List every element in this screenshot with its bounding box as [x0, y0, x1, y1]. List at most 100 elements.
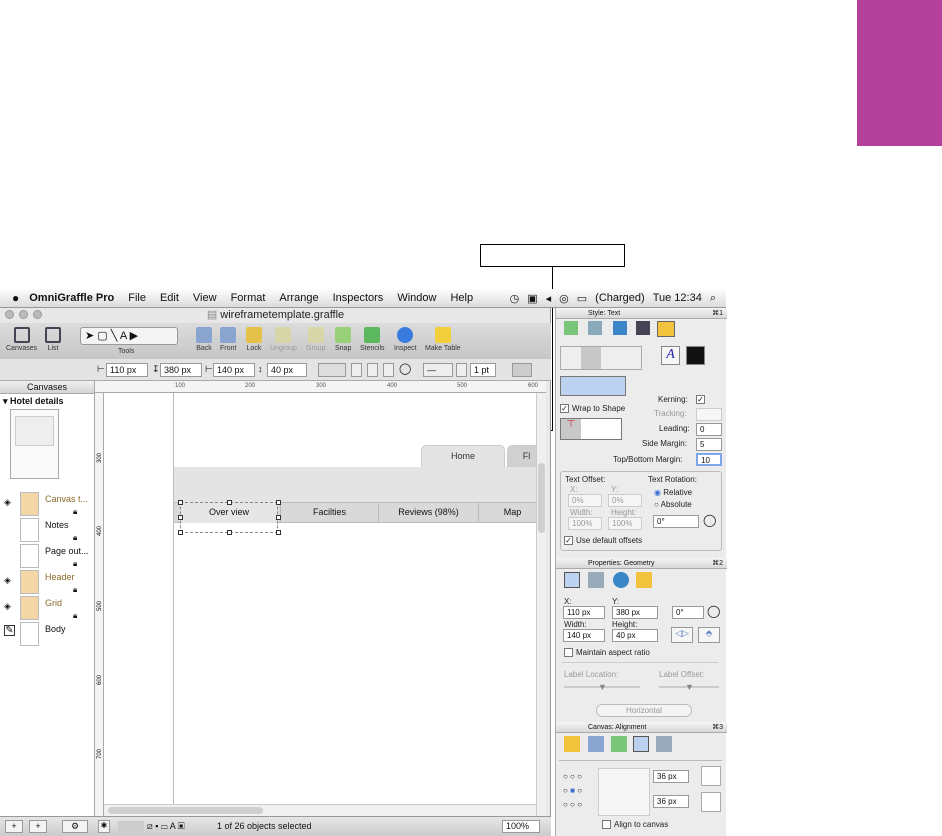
tab-home[interactable]: Home — [421, 445, 505, 467]
layer-item[interactable]: Page out... 🔒︎ — [0, 543, 95, 569]
tb-margin-field[interactable]: 10 — [696, 453, 722, 466]
rotation-knob-icon[interactable]: ◯ — [399, 362, 411, 375]
menu-view[interactable]: View — [193, 292, 217, 304]
menu-file[interactable]: File — [128, 292, 146, 304]
connections-tab-icon[interactable] — [588, 572, 604, 588]
close-button[interactable] — [5, 310, 14, 319]
selection-handle[interactable] — [227, 500, 232, 505]
y-field[interactable]: 380 px — [160, 363, 202, 377]
layer-shared-icon[interactable]: ◈ — [4, 601, 11, 612]
text-tool-icon[interactable]: A — [120, 330, 127, 342]
layer-item[interactable]: ◈ Grid 🔒︎ — [0, 595, 95, 621]
lock-icon[interactable]: 🔒︎ — [73, 533, 77, 543]
width-field[interactable]: 140 px — [213, 363, 255, 377]
clock[interactable]: Tue 12:34 — [653, 292, 702, 304]
add-canvas-button[interactable]: + — [5, 820, 23, 833]
action-tab-icon[interactable] — [613, 572, 629, 588]
offset-x-field[interactable]: 0% — [568, 494, 602, 507]
canvas-area[interactable]: 100 200 300 400 500 600 300 400 500 600 … — [95, 381, 546, 816]
geometry-rotation-knob-icon[interactable]: ◯ — [707, 604, 720, 618]
style-inspector-header[interactable]: Style: Text ⌘1 — [556, 308, 727, 319]
default-offsets-checkbox[interactable]: ✓ — [564, 536, 573, 546]
x-field[interactable]: 110 px — [106, 363, 148, 377]
layer-item[interactable]: ◈ Canvas t... 🔒︎ — [0, 491, 95, 517]
menu-help[interactable]: Help — [450, 292, 473, 304]
horizontal-scrollbar[interactable] — [104, 804, 536, 816]
flip-horizontal-icon[interactable]: ◁▷ — [671, 627, 693, 643]
menu-inspectors[interactable]: Inspectors — [333, 292, 384, 304]
layer-shared-icon[interactable]: ◈ — [4, 575, 11, 586]
text-align-button[interactable] — [383, 363, 394, 377]
ungroup-button[interactable]: Ungroup — [270, 327, 297, 352]
back-button[interactable]: Back — [196, 327, 212, 352]
time-machine-icon[interactable]: ◷ — [510, 292, 520, 305]
scroll-thumb[interactable] — [538, 463, 545, 533]
horizontal-spacing-field[interactable]: 36 px — [653, 770, 689, 783]
add-layer-button[interactable]: + — [29, 820, 47, 833]
slider-thumb[interactable]: ▼ — [598, 682, 607, 692]
canvases-button[interactable]: Canvases — [6, 327, 37, 352]
align-canvas-checkbox[interactable] — [602, 820, 611, 830]
selection-handle[interactable] — [276, 515, 281, 520]
text-layout-options[interactable] — [560, 346, 642, 370]
geometry-width-field[interactable]: 140 px — [563, 629, 605, 642]
alignment-buttons[interactable] — [598, 768, 650, 816]
fill-swatch[interactable] — [118, 821, 144, 832]
alignment-inspector-header[interactable]: Canvas: Alignment ⌘3 — [556, 722, 727, 733]
menu-edit[interactable]: Edit — [160, 292, 179, 304]
stencils-button[interactable]: Stencils — [360, 327, 385, 352]
pointer-tool-icon[interactable]: ➤ — [85, 330, 94, 342]
zoom-popup[interactable]: 100% — [502, 820, 540, 833]
rotation-field[interactable]: 0° — [653, 515, 699, 528]
menu-window[interactable]: Window — [397, 292, 436, 304]
geometry-y-field[interactable]: 380 px — [612, 606, 658, 619]
nav-reviews[interactable]: Reviews (98%) — [378, 502, 478, 523]
list-button[interactable]: List — [45, 327, 61, 352]
lock-button[interactable]: Lock — [246, 327, 262, 352]
layer-item[interactable]: Notes 🔒︎ — [0, 517, 95, 543]
group-button[interactable]: Group — [306, 327, 325, 352]
grid-tab-icon[interactable] — [588, 736, 604, 752]
font-button[interactable]: A — [661, 346, 680, 365]
slider-thumb[interactable]: ▼ — [685, 682, 694, 692]
apple-icon[interactable]: ● — [12, 291, 19, 305]
vertical-spacing-field[interactable]: 36 px — [653, 795, 689, 808]
pencil-icon[interactable]: ✎ — [4, 625, 15, 636]
stroke-corner-button[interactable] — [367, 363, 378, 377]
volume-icon[interactable]: ◂ — [546, 292, 552, 305]
nav-facilities[interactable]: Facilties — [280, 502, 378, 523]
settings-icon[interactable]: ✱ — [98, 820, 110, 833]
diagram-style-tab-icon[interactable] — [656, 736, 672, 752]
spotlight-icon[interactable]: ⌕ — [710, 292, 716, 305]
h-scroll-thumb[interactable] — [108, 807, 263, 814]
line-tool-icon[interactable]: ╲ — [111, 330, 118, 342]
distribute-horizontal-icon[interactable] — [701, 766, 721, 786]
shape-tool-icon[interactable]: ▢ — [97, 330, 107, 342]
app-menu[interactable]: OmniGraffle Pro — [29, 292, 114, 304]
height-field[interactable]: 40 px — [267, 363, 307, 377]
layout-tab-icon[interactable] — [611, 736, 627, 752]
alignment-anchor-grid[interactable]: ○ ○ ○ ○ ■ ○ ○ ○ ○ — [561, 768, 595, 814]
sync-icon[interactable]: ◎ — [559, 292, 569, 305]
canvas-title[interactable]: ▾ Hotel details — [3, 396, 64, 407]
offset-y-field[interactable]: 0% — [608, 494, 642, 507]
lock-icon[interactable]: 🔒︎ — [73, 585, 77, 595]
distribute-vertical-icon[interactable] — [701, 792, 721, 812]
menu-format[interactable]: Format — [231, 292, 266, 304]
format-close-icon[interactable] — [512, 363, 532, 377]
battery-status[interactable]: (Charged) — [595, 292, 645, 304]
make-table-button[interactable]: Make Table — [425, 327, 461, 352]
side-margin-field[interactable]: 5 — [696, 438, 722, 451]
minimize-button[interactable] — [19, 310, 28, 319]
offset-width-field[interactable]: 100% — [568, 517, 602, 530]
relative-radio[interactable]: Relative — [663, 488, 692, 497]
lock-icon[interactable]: 🔒︎ — [73, 507, 77, 517]
shadow-tab-icon[interactable] — [613, 321, 627, 335]
label-location-slider[interactable]: ▼ — [564, 682, 640, 692]
selection-box[interactable] — [180, 502, 278, 533]
selection-handle[interactable] — [178, 500, 183, 505]
snap-button[interactable]: Snap — [335, 327, 351, 352]
geometry-tab-icon[interactable] — [564, 572, 580, 588]
canvas-size-tab-icon[interactable] — [564, 736, 580, 752]
flip-vertical-icon[interactable]: ⬘ — [698, 627, 720, 643]
